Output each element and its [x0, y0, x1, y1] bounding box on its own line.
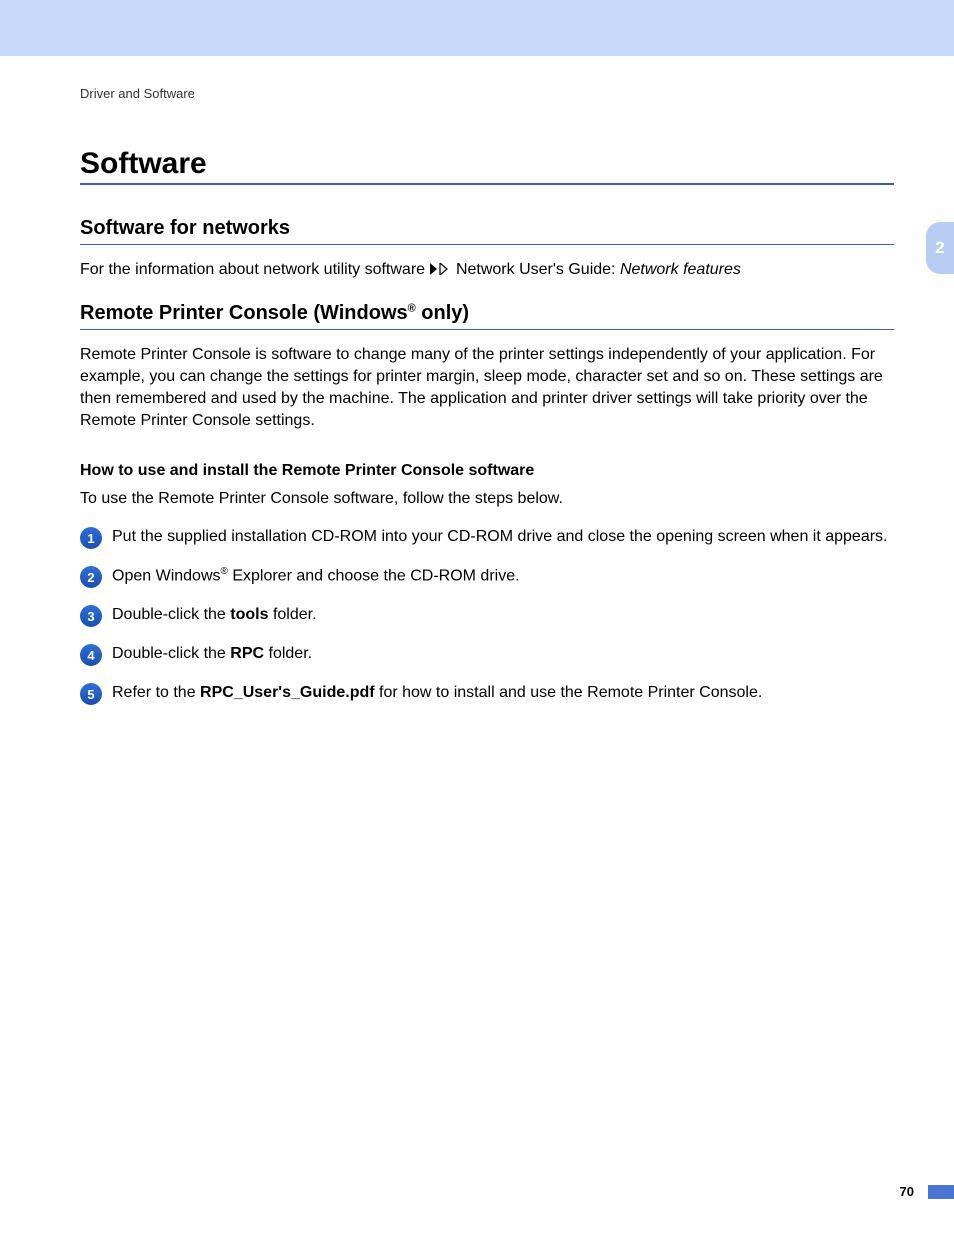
text: Put the supplied installation CD-ROM int… [112, 528, 888, 545]
section-paragraph: Remote Printer Console is software to ch… [80, 344, 894, 432]
list-item: 1 Put the supplied installation CD-ROM i… [80, 526, 894, 549]
text: Explorer and choose the CD-ROM drive. [228, 568, 520, 585]
reference-title: Network features [620, 261, 741, 278]
steps-list: 1 Put the supplied installation CD-ROM i… [80, 526, 894, 705]
text: only) [416, 302, 469, 324]
section-heading-rpc: Remote Printer Console (Windows® only) [80, 302, 894, 330]
text: Remote Printer Console (Windows [80, 302, 408, 324]
step-text: Refer to the RPC_User's_Guide.pdf for ho… [112, 682, 762, 704]
step-number-icon: 2 [80, 566, 102, 588]
sub-heading: How to use and install the Remote Printe… [80, 462, 894, 480]
registered-icon: ® [221, 566, 228, 577]
text: for how to install and use the Remote Pr… [375, 684, 763, 701]
text: folder. [269, 606, 317, 623]
registered-icon: ® [408, 302, 416, 314]
list-item: 5 Refer to the RPC_User's_Guide.pdf for … [80, 682, 894, 705]
bold-text: tools [230, 606, 268, 623]
text: Refer to the [112, 684, 200, 701]
footer-accent [928, 1185, 954, 1199]
page-number: 70 [900, 1184, 914, 1199]
step-number-icon: 4 [80, 644, 102, 666]
text: For the information about network utilit… [80, 261, 430, 278]
list-item: 2 Open Windows® Explorer and choose the … [80, 565, 894, 588]
step-text: Double-click the tools folder. [112, 604, 317, 626]
step-text: Open Windows® Explorer and choose the CD… [112, 565, 520, 587]
bold-text: RPC [230, 645, 264, 662]
step-text: Double-click the RPC folder. [112, 643, 312, 665]
list-item: 3 Double-click the tools folder. [80, 604, 894, 627]
header-band [0, 0, 954, 56]
section-paragraph: For the information about network utilit… [80, 259, 894, 282]
step-text: Put the supplied installation CD-ROM int… [112, 526, 888, 548]
text: Double-click the [112, 645, 230, 662]
step-number-icon: 5 [80, 683, 102, 705]
text: folder. [264, 645, 312, 662]
page-content: Driver and Software Software Software fo… [0, 56, 954, 721]
step-number-icon: 1 [80, 527, 102, 549]
bold-text: RPC_User's_Guide.pdf [200, 684, 375, 701]
text: Double-click the [112, 606, 230, 623]
step-number-icon: 3 [80, 605, 102, 627]
text: Open Windows [112, 568, 221, 585]
page-title: Software [80, 147, 894, 185]
breadcrumb: Driver and Software [80, 86, 894, 101]
intro-text: To use the Remote Printer Console softwa… [80, 490, 894, 508]
text: Network User's Guide: [456, 261, 620, 278]
list-item: 4 Double-click the RPC folder. [80, 643, 894, 666]
section-heading-networks: Software for networks [80, 217, 894, 245]
double-arrow-icon [430, 260, 452, 282]
